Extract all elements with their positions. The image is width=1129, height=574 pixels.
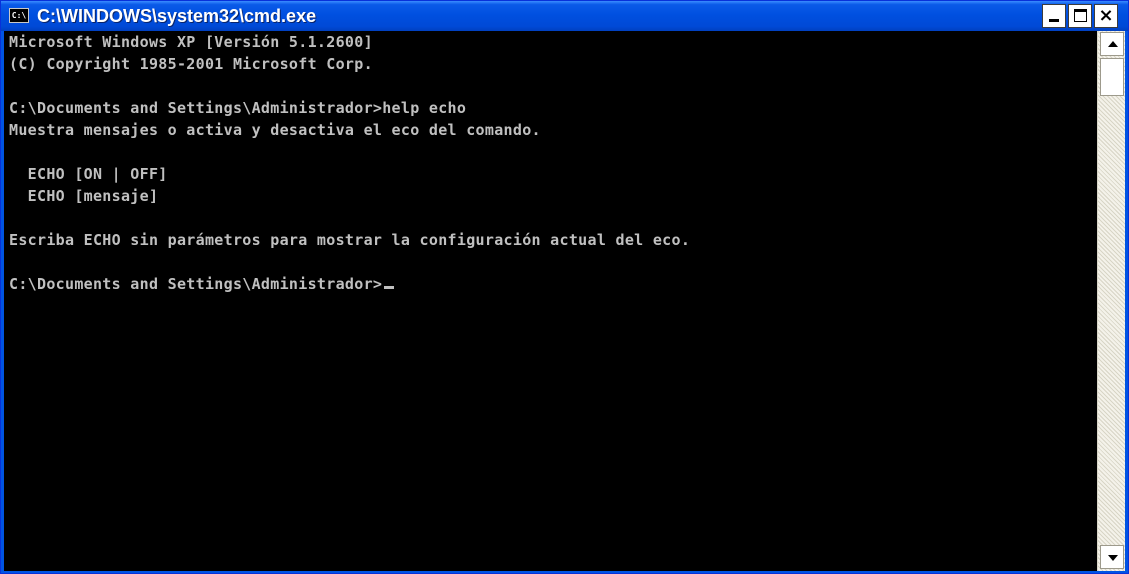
scroll-up-button[interactable] xyxy=(1100,32,1124,56)
prompt-line[interactable]: C:\Documents and Settings\Administrador> xyxy=(9,273,395,295)
scroll-down-arrow-icon xyxy=(1108,555,1118,561)
console-window: C:\ C:\WINDOWS\system32\cmd.exe × Micros… xyxy=(0,0,1129,574)
scrollbar-thumb[interactable] xyxy=(1100,58,1124,96)
console-line: C:\Documents and Settings\Administrador>… xyxy=(9,99,467,117)
close-icon: × xyxy=(1098,5,1114,26)
console-line: Escriba ECHO sin parámetros para mostrar… xyxy=(9,231,691,249)
console-app-icon[interactable]: C:\ xyxy=(9,8,29,23)
console-line: Muestra mensajes o activa y desactiva el… xyxy=(9,121,541,139)
minimize-icon xyxy=(1049,19,1059,22)
maximize-icon xyxy=(1074,9,1087,22)
prompt-text: C:\Documents and Settings\Administrador> xyxy=(9,275,383,293)
scroll-down-button[interactable] xyxy=(1100,545,1124,569)
console-line: Microsoft Windows XP [Versión 5.1.2600] xyxy=(9,33,373,51)
minimize-button[interactable] xyxy=(1042,4,1066,28)
close-button[interactable]: × xyxy=(1094,4,1118,28)
console-output[interactable]: Microsoft Windows XP [Versión 5.1.2600] … xyxy=(4,31,1097,571)
text-cursor xyxy=(384,286,395,289)
window-title: C:\WINDOWS\system32\cmd.exe xyxy=(37,6,317,26)
scroll-up-arrow-icon xyxy=(1108,41,1118,47)
maximize-button[interactable] xyxy=(1068,4,1092,28)
console-line: ECHO [mensaje] xyxy=(9,187,159,205)
title-bar[interactable]: C:\ C:\WINDOWS\system32\cmd.exe × xyxy=(1,1,1128,31)
console-line: (C) Copyright 1985-2001 Microsoft Corp. xyxy=(9,55,373,73)
console-frame: Microsoft Windows XP [Versión 5.1.2600] … xyxy=(4,31,1125,571)
console-line: ECHO [ON | OFF] xyxy=(9,165,168,183)
vertical-scrollbar[interactable] xyxy=(1097,31,1125,571)
